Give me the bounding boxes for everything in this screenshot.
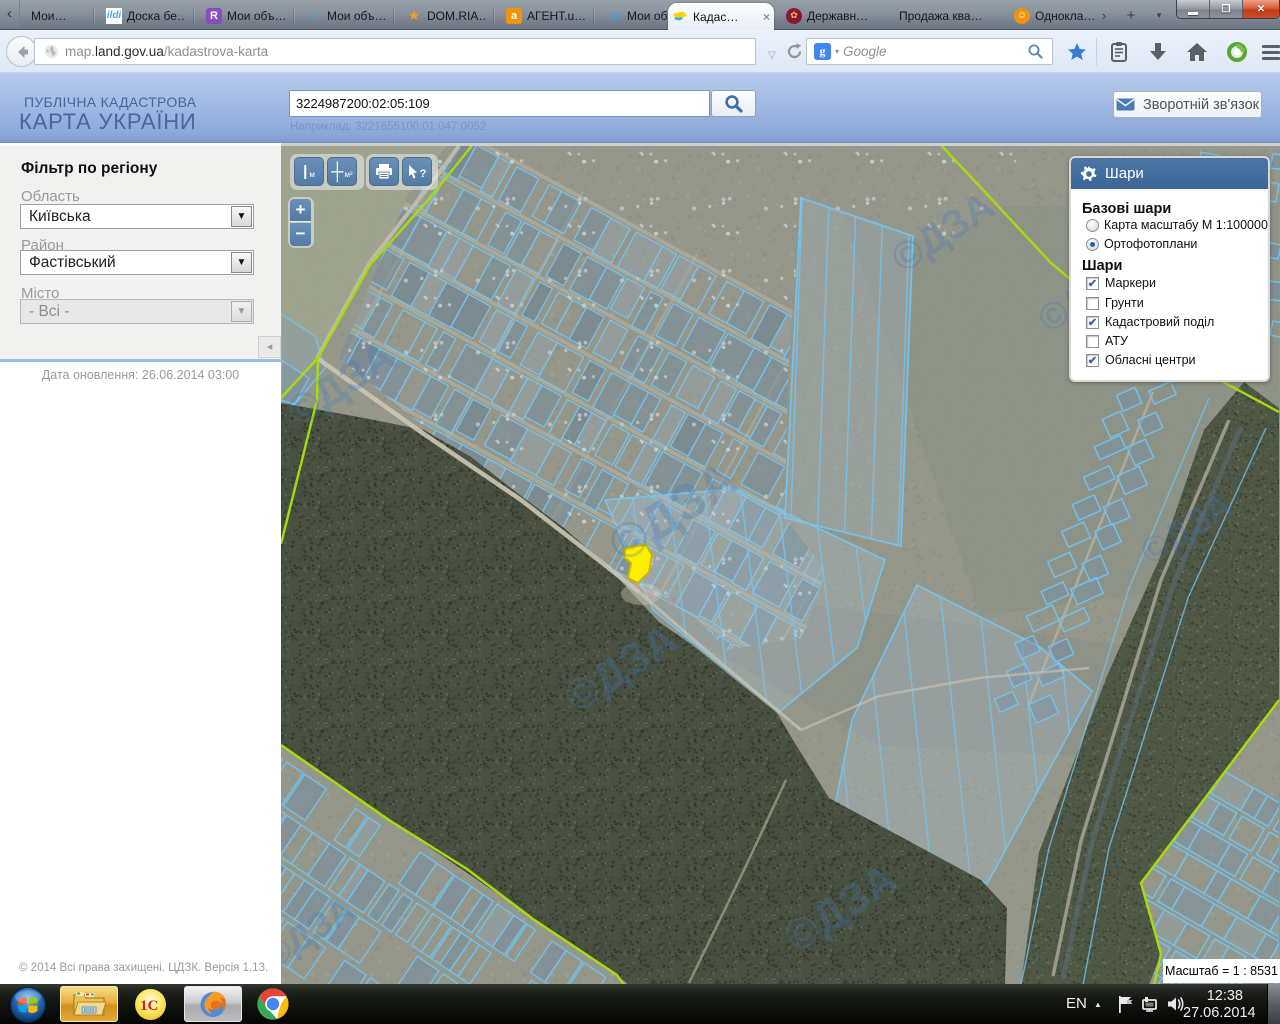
svg-text:1С: 1С [140,998,158,1014]
